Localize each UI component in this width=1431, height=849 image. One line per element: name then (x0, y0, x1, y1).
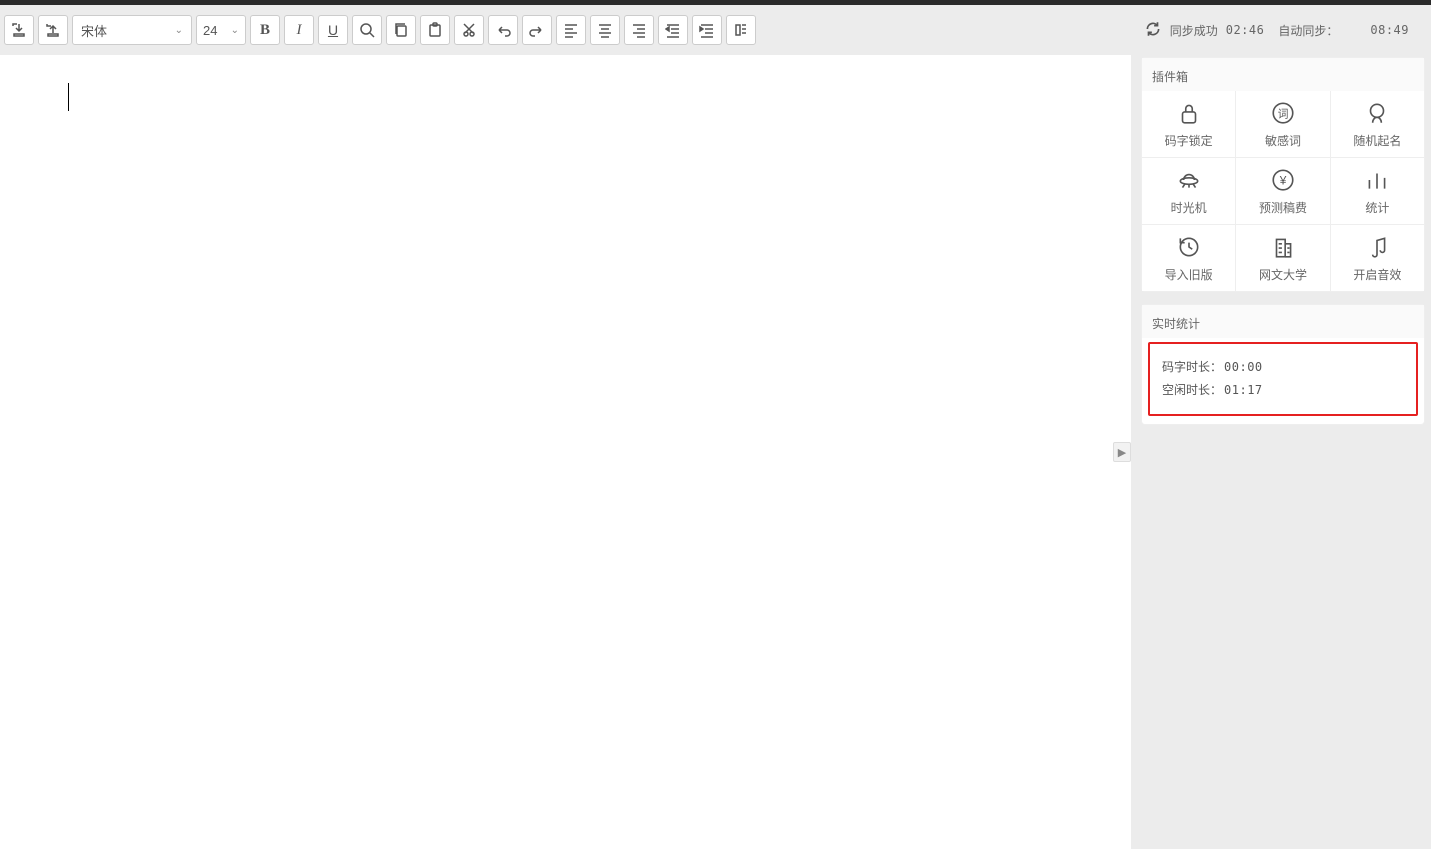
word-icon (1270, 100, 1296, 126)
idle-time-value: 01:17 (1224, 379, 1263, 402)
font-family-select[interactable]: 宋体 ⌄ (72, 15, 192, 45)
toolbar: 宋体 ⌄ 24 ⌄ B I U 同步成功 02:46 自动同步： 08:49 (0, 5, 1431, 55)
next-chapter-button[interactable]: ▶ (1113, 442, 1131, 462)
plugin-label: 开启音效 (1353, 266, 1401, 283)
stats-panel: 实时统计 码字时长： 00:00 空闲时长： 01:17 (1141, 304, 1425, 425)
sync-status-label: 同步成功 (1170, 22, 1218, 39)
plugin-panel-title: 插件箱 (1142, 58, 1424, 91)
idle-time-label: 空闲时长： (1162, 379, 1222, 402)
stats-panel-title: 实时统计 (1142, 305, 1424, 338)
sync-status-area: 同步成功 02:46 自动同步： 08:49 (1144, 20, 1427, 41)
sync-icon[interactable] (1144, 20, 1162, 41)
plugin-sensitive-words[interactable]: 敏感词 (1236, 91, 1329, 157)
font-size-select[interactable]: 24 ⌄ (196, 15, 246, 45)
search-button[interactable] (352, 15, 382, 45)
stats-highlight-box: 码字时长： 00:00 空闲时长： 01:17 (1148, 342, 1418, 416)
plugin-panel: 插件箱 码字锁定 敏感词 随机起名 时光机 (1141, 57, 1425, 292)
paste-button[interactable] (420, 15, 450, 45)
plugin-label: 随机起名 (1353, 132, 1401, 149)
plugin-label: 时光机 (1171, 199, 1207, 216)
align-center-button[interactable] (590, 15, 620, 45)
cut-button[interactable] (454, 15, 484, 45)
plugin-label: 码字锁定 (1165, 132, 1213, 149)
typeset-button[interactable] (726, 15, 756, 45)
sync-status-time: 02:46 (1226, 23, 1265, 37)
plugin-university[interactable]: 网文大学 (1236, 225, 1329, 291)
plugin-label: 预测稿费 (1259, 199, 1307, 216)
bold-button[interactable]: B (250, 15, 280, 45)
auto-sync-label: 自动同步： (1278, 22, 1338, 39)
plugin-predict-fee[interactable]: 预测稿费 (1236, 158, 1329, 224)
plugin-random-name[interactable]: 随机起名 (1331, 91, 1424, 157)
align-left-button[interactable] (556, 15, 586, 45)
italic-button[interactable]: I (284, 15, 314, 45)
right-sidebar: 插件箱 码字锁定 敏感词 随机起名 时光机 (1131, 55, 1431, 849)
chevron-down-icon: ⌄ (175, 25, 183, 36)
undo-button[interactable] (488, 15, 518, 45)
text-cursor (68, 83, 69, 111)
editor-container: ◀ ▶ (0, 55, 1131, 849)
copy-button[interactable] (386, 15, 416, 45)
auto-sync-time: 08:49 (1370, 23, 1409, 37)
plugin-grid: 码字锁定 敏感词 随机起名 时光机 预测稿费 (1142, 91, 1424, 291)
building-icon (1270, 234, 1296, 260)
plugin-label: 敏感词 (1265, 132, 1301, 149)
ufo-icon (1176, 167, 1202, 193)
indent-increase-button[interactable] (692, 15, 722, 45)
editor-area[interactable] (0, 55, 1131, 849)
head-icon (1364, 100, 1390, 126)
history-icon (1176, 234, 1202, 260)
import-button[interactable] (38, 15, 68, 45)
plugin-sound[interactable]: 开启音效 (1331, 225, 1424, 291)
plugin-lock[interactable]: 码字锁定 (1142, 91, 1235, 157)
lock-icon (1176, 100, 1202, 126)
plugin-label: 网文大学 (1259, 266, 1307, 283)
font-size-value: 24 (203, 23, 217, 38)
redo-button[interactable] (522, 15, 552, 45)
plugin-time-machine[interactable]: 时光机 (1142, 158, 1235, 224)
plugin-statistics[interactable]: 统计 (1331, 158, 1424, 224)
bars-icon (1364, 167, 1390, 193)
export-button[interactable] (4, 15, 34, 45)
plugin-import-old[interactable]: 导入旧版 (1142, 225, 1235, 291)
typing-time-value: 00:00 (1224, 356, 1263, 379)
underline-button[interactable]: U (318, 15, 348, 45)
chevron-down-icon: ⌄ (231, 25, 239, 36)
align-right-button[interactable] (624, 15, 654, 45)
plugin-label: 导入旧版 (1165, 266, 1213, 283)
yen-icon (1270, 167, 1296, 193)
typing-time-label: 码字时长： (1162, 356, 1222, 379)
indent-decrease-button[interactable] (658, 15, 688, 45)
font-family-value: 宋体 (81, 21, 107, 40)
music-icon (1364, 234, 1390, 260)
plugin-label: 统计 (1365, 199, 1389, 216)
